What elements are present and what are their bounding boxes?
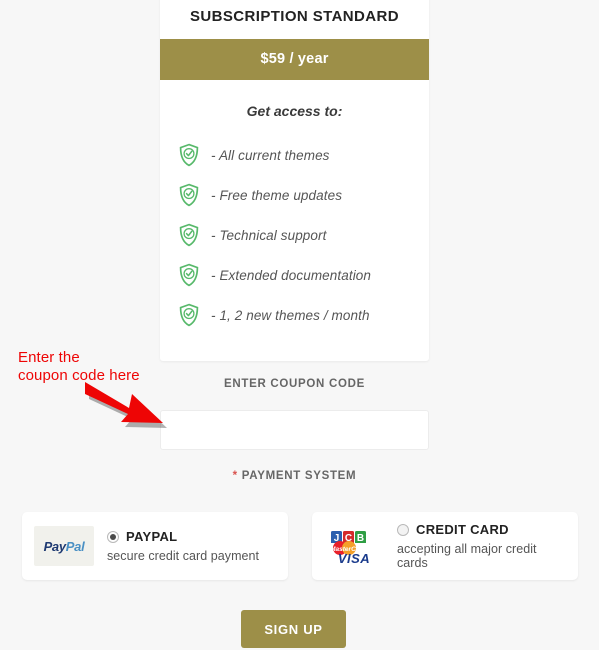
shield-check-icon	[178, 303, 200, 327]
payment-option-title: CREDIT CARD	[416, 522, 509, 537]
credit-cards-logo: J C B MasterCard VISA	[324, 526, 384, 566]
feature-label: - Technical support	[211, 227, 327, 243]
payment-option-header: CREDIT CARD	[397, 522, 566, 537]
list-item: - 1, 2 new themes / month	[160, 295, 429, 335]
payment-option-paypal[interactable]: Pay Pal PAYPAL secure credit card payment	[22, 512, 288, 580]
coupon-code-label: ENTER COUPON CODE	[224, 378, 365, 390]
payment-system-text: PAYMENT SYSTEM	[241, 470, 357, 482]
paypal-logo: Pay Pal	[34, 526, 94, 566]
plan-feature-list: - All current themes - Free theme update…	[160, 135, 429, 361]
feature-label: - Free theme updates	[211, 187, 343, 203]
plan-access-label: Get access to:	[246, 103, 343, 119]
coupon-code-input[interactable]	[160, 410, 429, 450]
feature-label: - 1, 2 new themes / month	[211, 307, 370, 323]
list-item: - Extended documentation	[160, 255, 429, 295]
shield-check-icon	[178, 223, 200, 247]
feature-label: - All current themes	[211, 147, 330, 163]
paypal-logo-text-2: Pal	[65, 538, 85, 554]
feature-label: - Extended documentation	[211, 267, 372, 283]
payment-option-subtitle: secure credit card payment	[107, 549, 260, 563]
list-item: - All current themes	[160, 135, 429, 175]
subscription-plan-card: SUBSCRIPTION STANDARD $59 / year Get acc…	[160, 0, 429, 361]
paypal-logo-text-1: Pay	[43, 538, 67, 554]
required-marker: *	[232, 470, 238, 482]
payment-option-header: PAYPAL	[107, 529, 276, 544]
svg-text:B: B	[357, 533, 364, 544]
red-arrow-icon	[82, 378, 187, 436]
payment-option-credit-card[interactable]: J C B MasterCard VISA CREDIT CARD accept…	[312, 512, 578, 580]
payment-option-subtitle: accepting all major credit cards	[397, 542, 537, 570]
radio-credit-card[interactable]	[397, 523, 409, 536]
payment-option-title: PAYPAL	[126, 529, 178, 544]
payment-system-label: * PAYMENT SYSTEM	[160, 470, 429, 482]
shield-check-icon	[178, 263, 200, 287]
list-item: - Technical support	[160, 215, 429, 255]
sign-up-button[interactable]: SIGN UP	[241, 610, 346, 648]
shield-check-icon	[178, 143, 200, 167]
list-item: - Free theme updates	[160, 175, 429, 215]
shield-check-icon	[178, 183, 200, 207]
radio-paypal[interactable]	[107, 530, 119, 543]
payment-option-body: CREDIT CARD accepting all major credit c…	[397, 522, 566, 570]
payment-option-body: PAYPAL secure credit card payment	[107, 529, 276, 563]
plan-price-banner: $59 / year	[160, 39, 429, 80]
plan-title: SUBSCRIPTION STANDARD	[190, 8, 399, 25]
payment-options-group: Pay Pal PAYPAL secure credit card payment…	[22, 512, 578, 580]
svg-text:VISA: VISA	[338, 551, 370, 566]
